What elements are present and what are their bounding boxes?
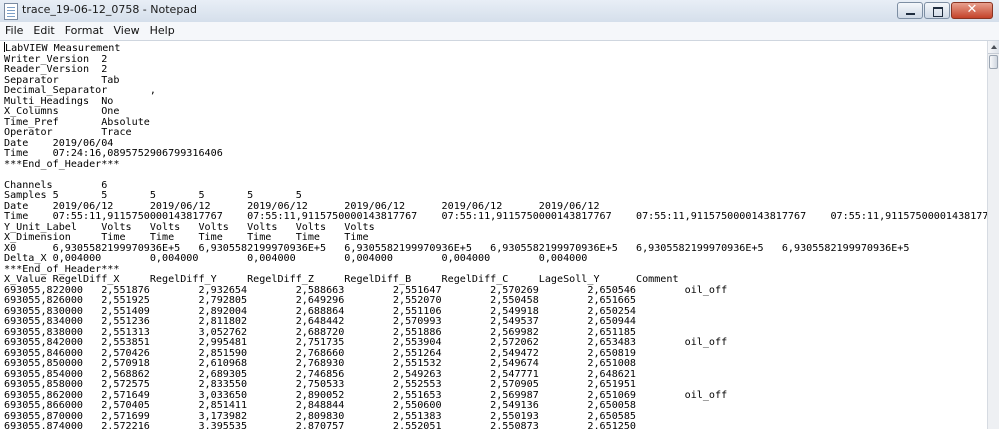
scroll-thumb[interactable]: [989, 55, 998, 69]
close-button[interactable]: ✕: [951, 2, 993, 19]
window-controls: ✕: [896, 2, 993, 20]
menu-view[interactable]: View: [109, 22, 145, 40]
scroll-up-button[interactable]: [988, 41, 999, 54]
menu-bar: File Edit Format View Help: [0, 22, 999, 41]
document-text[interactable]: LabVIEW Measurement Writer_Version 2 Rea…: [0, 41, 987, 429]
maximize-button[interactable]: [924, 2, 950, 19]
minimize-button[interactable]: [897, 2, 923, 19]
title-bar[interactable]: trace_19-06-12_0758 - Notepad ✕: [0, 0, 999, 23]
vertical-scrollbar[interactable]: [987, 41, 999, 429]
menu-edit[interactable]: Edit: [28, 22, 59, 40]
text-editor[interactable]: LabVIEW Measurement Writer_Version 2 Rea…: [0, 41, 987, 429]
menu-file[interactable]: File: [0, 22, 28, 40]
menu-help[interactable]: Help: [145, 22, 180, 40]
close-icon: ✕: [966, 2, 978, 17]
maximize-icon: [933, 7, 943, 17]
window-title: trace_19-06-12_0758 - Notepad: [22, 3, 198, 16]
menu-format[interactable]: Format: [60, 22, 109, 40]
minimize-icon: [906, 13, 915, 15]
notepad-icon: [4, 3, 18, 20]
document-content: abVIEW Measurement Writer_Version 2 Read…: [4, 43, 987, 429]
